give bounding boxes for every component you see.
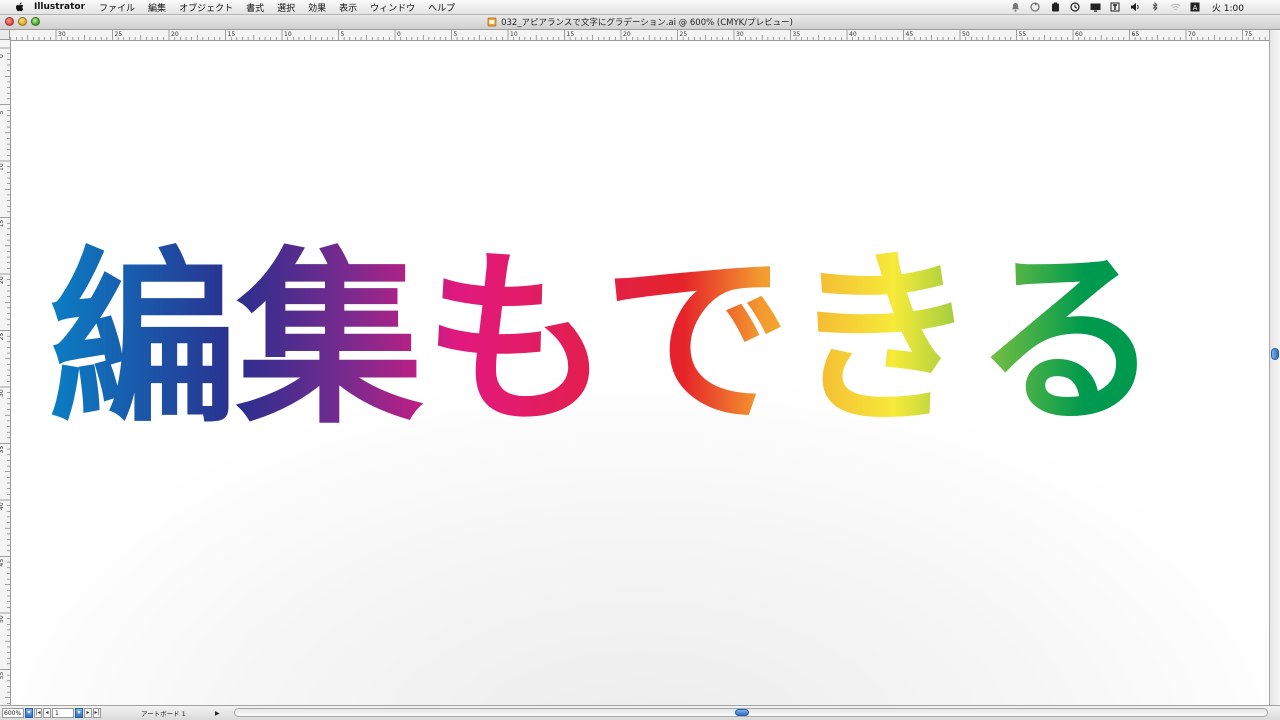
ruler-label: 70 bbox=[1188, 31, 1196, 38]
bell-icon[interactable] bbox=[1010, 2, 1021, 13]
ruler-label: 75 bbox=[1245, 31, 1253, 38]
ruler-label: 10 bbox=[0, 163, 5, 171]
headline-text[interactable]: 編集もできる bbox=[49, 231, 1161, 450]
ruler-label: 15 bbox=[228, 31, 236, 38]
ruler-label: 35 bbox=[793, 31, 801, 38]
menu-file[interactable]: ファイル bbox=[99, 1, 135, 14]
ruler-label: 30 bbox=[58, 31, 66, 38]
ruler-label: 25 bbox=[0, 333, 5, 341]
volume-icon[interactable] bbox=[1130, 2, 1141, 13]
ruler-label: 20 bbox=[0, 276, 5, 284]
input-method-icon[interactable]: A bbox=[1190, 2, 1201, 13]
vertical-scrollbar[interactable] bbox=[1269, 30, 1280, 705]
ruler-label: 20 bbox=[623, 31, 631, 38]
first-artboard-button[interactable]: |◂ bbox=[34, 708, 42, 718]
horizontal-scroll-thumb[interactable] bbox=[735, 709, 749, 716]
svg-text:A: A bbox=[1193, 4, 1198, 12]
ruler-label: 30 bbox=[0, 389, 5, 397]
horizontal-scrollbar[interactable] bbox=[234, 708, 1268, 717]
ruler-label: 10 bbox=[284, 31, 292, 38]
document-title: 032_アピアランスで文字にグラデーション.ai @ 600% (CMYK/プレ… bbox=[501, 18, 793, 28]
ruler-label: 5 bbox=[341, 31, 345, 38]
ruler-label: 60 bbox=[1075, 31, 1083, 38]
artboard-canvas[interactable]: 編集もできる bbox=[11, 41, 1270, 705]
artboard-dropdown-button[interactable]: ▾ bbox=[75, 708, 83, 718]
zoom-button[interactable] bbox=[31, 17, 40, 26]
menu-edit[interactable]: 編集 bbox=[148, 1, 166, 14]
vertical-scroll-thumb[interactable] bbox=[1271, 348, 1279, 360]
menu-view[interactable]: 表示 bbox=[339, 1, 357, 14]
next-artboard-button[interactable]: ▸ bbox=[84, 708, 92, 718]
menu-bar: Illustrator ファイル 編集 オブジェクト 書式 選択 効果 表示 ウ… bbox=[0, 0, 1280, 15]
apple-icon[interactable] bbox=[14, 1, 26, 13]
ruler-label: 65 bbox=[1132, 31, 1140, 38]
menu-type[interactable]: 書式 bbox=[246, 1, 264, 14]
ai-document-icon bbox=[487, 17, 497, 27]
artboard-name-label: アートボード 1 bbox=[141, 710, 186, 718]
menu-select[interactable]: 選択 bbox=[277, 1, 295, 14]
last-artboard-button[interactable]: ▸| bbox=[93, 708, 101, 718]
vertical-ruler[interactable]: 0 5 10 15 20 25 30 35 40 45 50 55 bbox=[0, 40, 11, 705]
ruler-label: 10 bbox=[510, 31, 518, 38]
menu-object[interactable]: オブジェクト bbox=[179, 1, 233, 14]
status-bar: 600% ▾ |◂ ◂ 1 ▾ ▸ ▸| アートボード 1 ▶ bbox=[0, 705, 1280, 720]
minimize-button[interactable] bbox=[18, 17, 27, 26]
time-machine-icon[interactable] bbox=[1070, 2, 1081, 13]
menu-help[interactable]: ヘルプ bbox=[428, 1, 455, 14]
ruler-label: 45 bbox=[906, 31, 914, 38]
previous-artboard-button[interactable]: ◂ bbox=[43, 708, 51, 718]
ruler-label: 5 bbox=[454, 31, 458, 38]
ruler-label: 25 bbox=[115, 31, 123, 38]
horizontal-ruler[interactable]: 30 25 20 15 10 5 0 5 10 15 20 25 30 35 40 45 50 55 60 65 70 7… bbox=[10, 30, 1270, 41]
ruler-label: 15 bbox=[0, 220, 5, 228]
bluetooth-icon[interactable] bbox=[1150, 2, 1161, 13]
display-icon[interactable] bbox=[1090, 2, 1101, 13]
zoom-level-field[interactable]: 600% bbox=[2, 708, 24, 718]
app-name-menu[interactable]: Illustrator bbox=[34, 2, 85, 12]
ruler-label: 50 bbox=[0, 615, 5, 623]
menu-window[interactable]: ウィンドウ bbox=[370, 1, 415, 14]
menu-extras: A 火 1:00 bbox=[1010, 0, 1280, 14]
wifi-icon[interactable] bbox=[1170, 2, 1181, 13]
ruler-label: 30 bbox=[736, 31, 744, 38]
ruler-label: 40 bbox=[0, 502, 5, 510]
ruler-label: 35 bbox=[0, 446, 5, 454]
window-controls bbox=[5, 17, 40, 26]
menu-clock[interactable]: 火 1:00 bbox=[1212, 1, 1244, 14]
artboard-number-field[interactable]: 1 bbox=[52, 708, 74, 718]
status-menu-arrow[interactable]: ▶ bbox=[215, 710, 220, 717]
ruler-label: 5 bbox=[0, 111, 5, 115]
ruler-label: 55 bbox=[1019, 31, 1027, 38]
ruler-label: 25 bbox=[680, 31, 688, 38]
ruler-label: 15 bbox=[567, 31, 575, 38]
clipboard-icon[interactable] bbox=[1050, 2, 1061, 13]
ruler-origin[interactable] bbox=[0, 30, 10, 40]
zoom-dropdown-button[interactable]: ▾ bbox=[25, 708, 33, 718]
script-icon[interactable] bbox=[1110, 2, 1121, 13]
close-button[interactable] bbox=[5, 17, 14, 26]
ruler-label: 55 bbox=[0, 672, 5, 680]
window-titlebar: 032_アピアランスで文字にグラデーション.ai @ 600% (CMYK/プレ… bbox=[0, 15, 1280, 30]
ruler-label: 45 bbox=[0, 559, 5, 567]
ruler-label: 0 bbox=[0, 54, 5, 58]
gradient-headline[interactable]: 編集もできる bbox=[11, 41, 1270, 705]
sync-icon[interactable] bbox=[1030, 2, 1041, 13]
ruler-label: 0 bbox=[397, 31, 401, 38]
ruler-label: 50 bbox=[962, 31, 970, 38]
ruler-label: 20 bbox=[171, 31, 179, 38]
ruler-label: 40 bbox=[849, 31, 857, 38]
menu-effect[interactable]: 効果 bbox=[308, 1, 326, 14]
